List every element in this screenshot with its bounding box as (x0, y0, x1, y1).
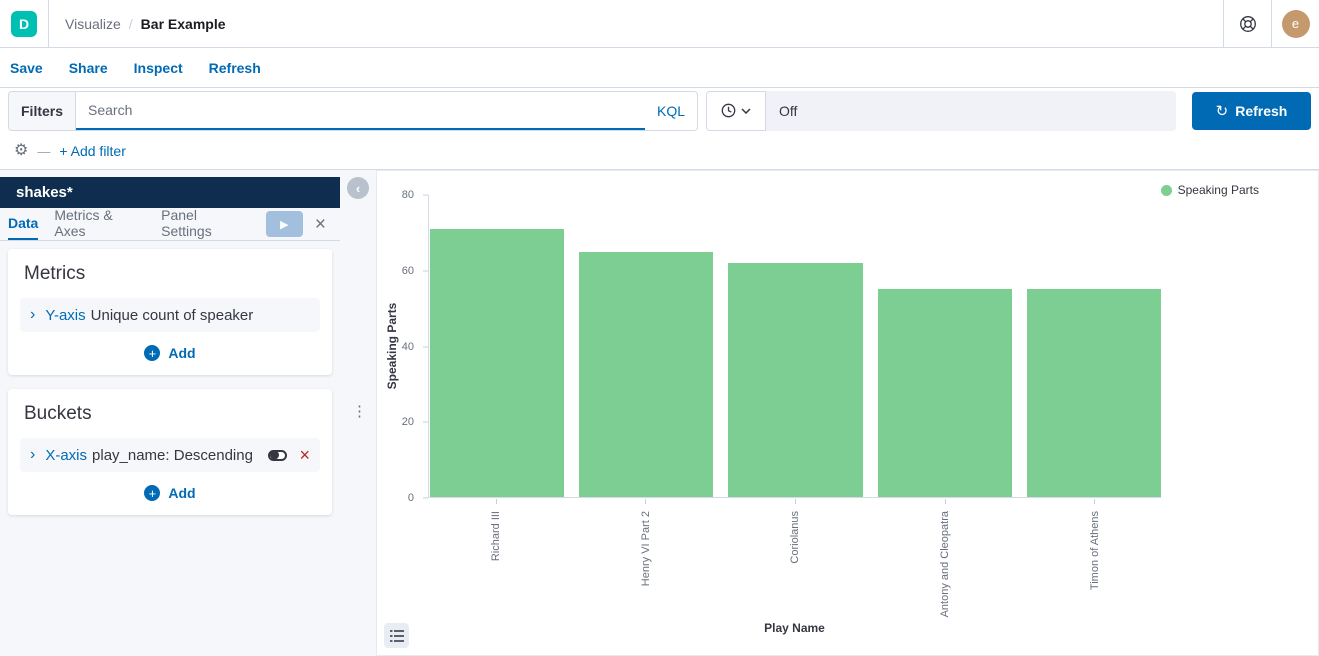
metric-axis-label: Y-axis (45, 307, 85, 324)
add-bucket-label: Add (168, 485, 195, 501)
breadcrumb-section[interactable]: Visualize (65, 16, 121, 32)
metric-description: Unique count of speaker (91, 307, 254, 324)
bar[interactable] (430, 229, 564, 497)
chart-legend[interactable]: Speaking Parts (1161, 183, 1259, 197)
collapse-sidebar-button[interactable]: ‹ (347, 177, 369, 199)
plus-circle-icon: + (144, 345, 160, 361)
remove-bucket-icon[interactable]: × (299, 446, 310, 464)
gear-icon[interactable]: ⚙ (14, 143, 28, 159)
metrics-card: Metrics › Y-axis Unique count of speaker… (8, 249, 332, 375)
query-bar: Filters Search KQL Off ↻ Refresh (0, 88, 1319, 133)
inspect-button[interactable]: Inspect (134, 60, 183, 76)
save-button[interactable]: Save (10, 60, 43, 76)
filter-dash: — (37, 144, 50, 159)
bar[interactable] (579, 252, 713, 497)
y-tick-label: 60 (402, 265, 414, 277)
bar[interactable] (878, 289, 1012, 497)
y-tick-label: 80 (402, 189, 414, 201)
refresh-button-label: Refresh (1235, 103, 1287, 119)
play-icon: ▶ (280, 218, 288, 231)
y-tick-label: 20 (402, 416, 414, 428)
breadcrumb-separator: / (129, 16, 133, 32)
close-icon[interactable]: × (315, 215, 326, 234)
user-menu-button[interactable]: e (1271, 0, 1319, 47)
avatar[interactable]: e (1282, 10, 1310, 38)
x-axis-label: Coriolanus (728, 499, 863, 617)
search-input[interactable]: Search (76, 92, 645, 130)
sidebar-resizer: ‹ ⋮ (340, 170, 376, 656)
refresh-icon: ↻ (1216, 102, 1229, 120)
bars (430, 195, 1161, 497)
list-icon (390, 630, 404, 642)
add-metric-label: Add (168, 345, 195, 361)
chevron-left-icon: ‹ (356, 181, 360, 196)
time-picker-button[interactable] (706, 91, 766, 131)
add-metric-button[interactable]: + Add (20, 345, 320, 361)
legend-label: Speaking Parts (1178, 183, 1259, 197)
workspace: shakes* Data Metrics & Axes Panel Settin… (0, 170, 1319, 656)
refresh-link[interactable]: Refresh (209, 60, 261, 76)
drag-handle-icon[interactable]: ⋮ (352, 402, 367, 420)
refresh-interval-value[interactable]: Off (766, 91, 1176, 131)
x-axis-label: Henry VI Part 2 (579, 499, 714, 617)
page-title: Bar Example (141, 16, 226, 32)
x-labels: Richard IIIHenry VI Part 2CoriolanusAnto… (429, 499, 1162, 617)
metric-row-y-axis[interactable]: › Y-axis Unique count of speaker (20, 298, 320, 332)
buckets-card: Buckets › X-axis play_name: Descending ×… (8, 389, 332, 515)
visibility-toggle-icon[interactable] (268, 450, 287, 461)
x-axis-title: Play Name (428, 621, 1161, 635)
chevron-right-icon: › (30, 306, 35, 324)
chevron-down-icon (741, 108, 751, 114)
x-axis-label: Antony and Cleopatra (878, 499, 1013, 617)
chart-panel: Speaking Parts Speaking Parts 020406080 … (376, 170, 1319, 656)
kql-button[interactable]: KQL (645, 103, 697, 119)
add-filter-button[interactable]: + Add filter (59, 143, 126, 159)
vis-editor-sidebar: shakes* Data Metrics & Axes Panel Settin… (0, 170, 340, 656)
action-nav: Save Share Inspect Refresh (0, 48, 1319, 88)
filter-row: ⚙ — + Add filter (0, 133, 1319, 170)
legend-color-dot (1161, 185, 1172, 196)
bucket-description: play_name: Descending (92, 447, 253, 464)
x-axis-label: Timon of Athens (1027, 499, 1162, 617)
bucket-row-x-axis[interactable]: › X-axis play_name: Descending × (20, 438, 320, 472)
y-ticks: 020406080 (377, 195, 428, 498)
buckets-title: Buckets (20, 403, 320, 425)
plot-frame (428, 195, 1161, 498)
tab-metrics-axes[interactable]: Metrics & Axes (54, 208, 145, 240)
search-bar: Search KQL (75, 91, 698, 131)
refresh-button[interactable]: ↻ Refresh (1192, 92, 1311, 130)
metrics-title: Metrics (20, 263, 320, 285)
bucket-axis-label: X-axis (45, 447, 87, 464)
editor-tabs: Data Metrics & Axes Panel Settings ▶ × (0, 208, 340, 241)
y-tick-label: 0 (408, 492, 414, 504)
breadcrumb: Visualize / Bar Example (65, 0, 1223, 47)
top-header: D Visualize / Bar Example e (0, 0, 1319, 48)
help-button[interactable] (1223, 0, 1271, 47)
add-bucket-button[interactable]: + Add (20, 485, 320, 501)
lifebuoy-help-icon (1239, 15, 1257, 33)
clock-icon (721, 103, 736, 118)
tab-data[interactable]: Data (8, 208, 38, 240)
index-pattern-header: shakes* (0, 177, 340, 208)
time-picker: Off (706, 91, 1176, 131)
plus-circle-icon: + (144, 485, 160, 501)
app-logo-box[interactable]: D (0, 0, 49, 47)
tab-panel-settings[interactable]: Panel Settings (161, 208, 250, 240)
bar[interactable] (1027, 289, 1161, 497)
app-logo[interactable]: D (11, 11, 37, 37)
x-axis-label: Richard III (429, 499, 564, 617)
legend-toggle-button[interactable] (384, 623, 409, 648)
chevron-right-icon: › (30, 446, 35, 464)
filters-button[interactable]: Filters (8, 91, 75, 131)
apply-changes-button[interactable]: ▶ (266, 211, 303, 237)
share-button[interactable]: Share (69, 60, 108, 76)
y-tick-label: 40 (402, 341, 414, 353)
bar[interactable] (728, 263, 862, 497)
